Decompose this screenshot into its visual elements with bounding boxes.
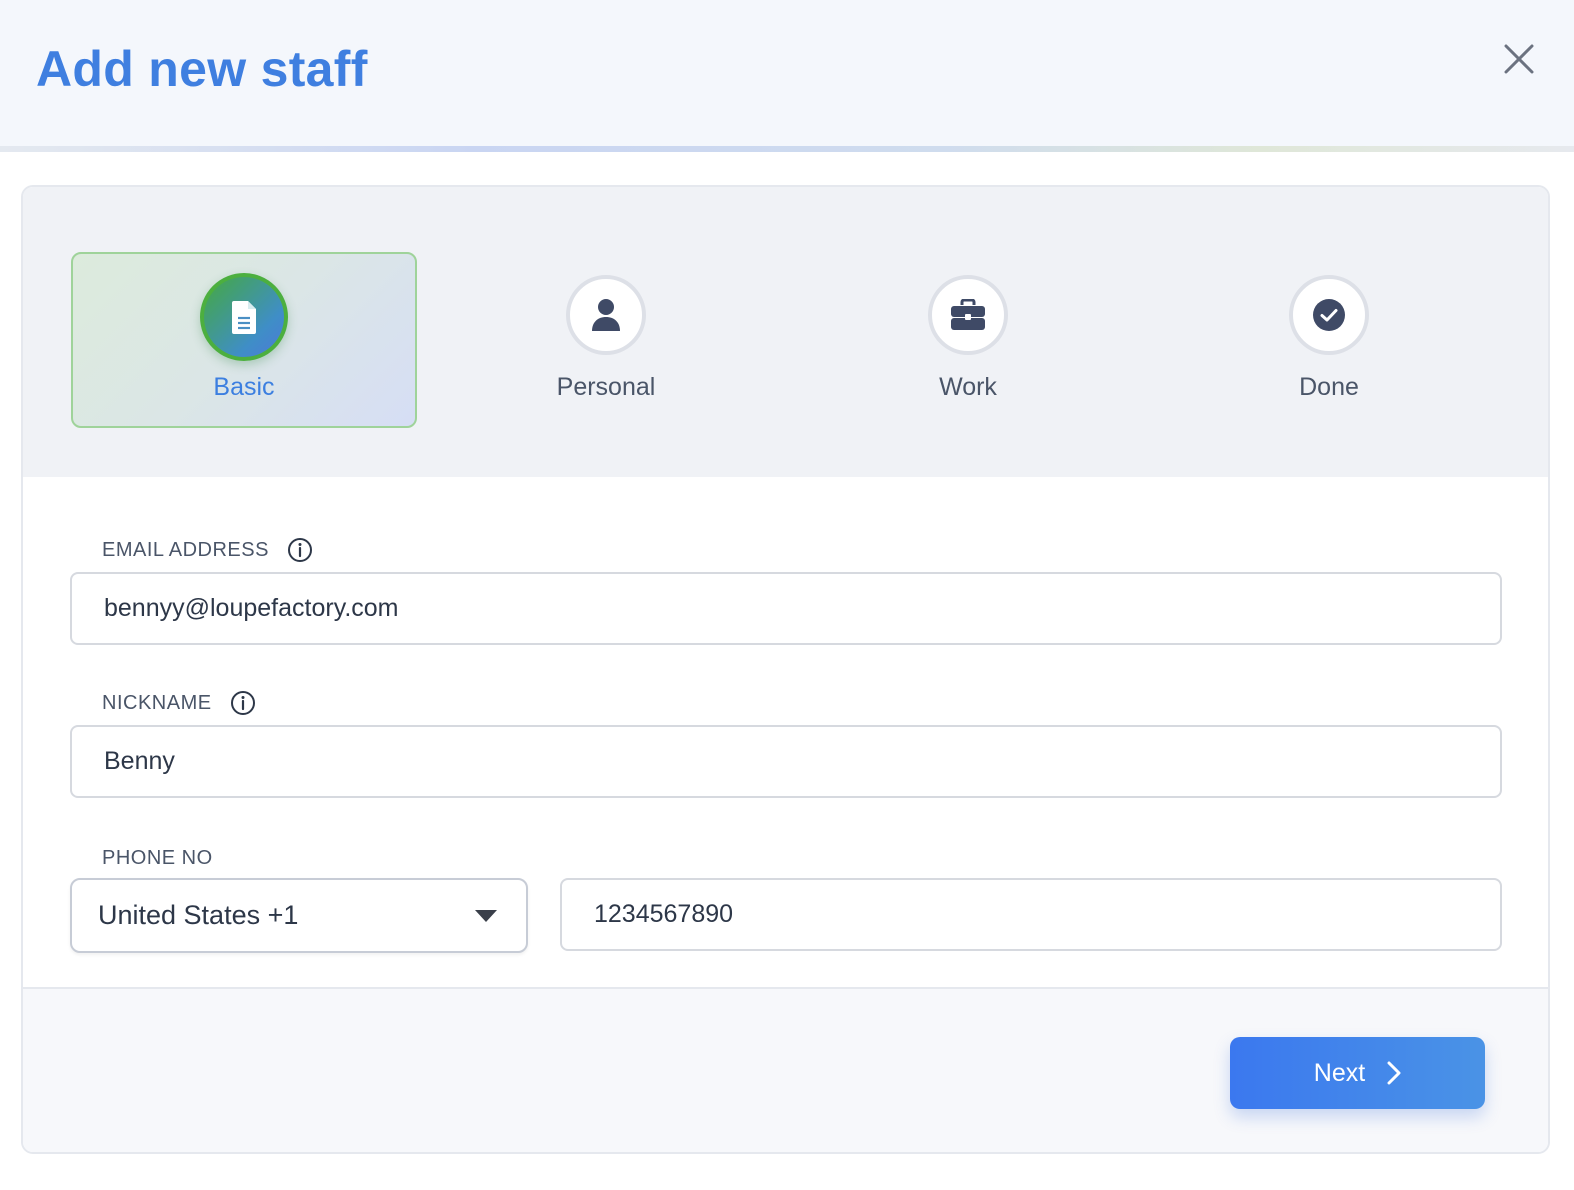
dialog-footer: Next: [23, 987, 1548, 1152]
close-button[interactable]: [1498, 38, 1540, 80]
step-work-circle: [928, 275, 1008, 355]
nickname-field[interactable]: Benny: [70, 725, 1502, 798]
chevron-right-icon: [1387, 1061, 1401, 1085]
dialog-title: Add new staff: [36, 41, 368, 97]
step-work[interactable]: Work: [868, 275, 1068, 402]
header-divider: [0, 146, 1574, 152]
next-button[interactable]: Next: [1230, 1037, 1485, 1109]
phone-label: PHONE NO: [102, 847, 213, 869]
dialog-header: Add new staff: [0, 0, 1574, 150]
step-personal-label: Personal: [556, 373, 656, 401]
phone-number-field[interactable]: 1234567890: [560, 878, 1502, 951]
step-done-circle: [1289, 275, 1369, 355]
briefcase-icon: [951, 299, 985, 330]
step-personal-circle: [566, 275, 646, 355]
info-icon[interactable]: [287, 537, 313, 563]
info-icon[interactable]: [230, 690, 256, 716]
step-done[interactable]: Done: [1229, 275, 1429, 402]
check-circle-icon: [1313, 299, 1345, 331]
email-field[interactable]: bennyy@loupefactory.com: [70, 572, 1502, 645]
nickname-label-row: NICKNAME: [102, 690, 256, 716]
step-done-label: Done: [1299, 373, 1359, 401]
country-code-select[interactable]: United States +1: [70, 878, 528, 953]
user-icon: [592, 299, 620, 331]
step-work-label: Work: [939, 373, 997, 401]
stepper: Basic Personal Work Done: [23, 187, 1548, 477]
document-icon: [232, 301, 256, 334]
next-button-label: Next: [1313, 1058, 1366, 1087]
basic-form: EMAIL ADDRESS bennyy@loupefactory.com NI…: [23, 477, 1548, 987]
step-basic-circle: [200, 273, 288, 361]
email-label-row: EMAIL ADDRESS: [102, 537, 313, 563]
step-basic[interactable]: Basic: [144, 273, 344, 402]
phone-label-row: PHONE NO: [102, 847, 213, 870]
step-personal[interactable]: Personal: [506, 275, 706, 402]
close-icon: [1504, 44, 1534, 74]
wizard-card: Basic Personal Work Done EMAIL ADDRESS b…: [21, 185, 1550, 1154]
step-basic-label: Basic: [213, 373, 275, 401]
nickname-label: NICKNAME: [102, 691, 212, 714]
country-code-value: United States +1: [98, 900, 299, 930]
email-label: EMAIL ADDRESS: [102, 538, 269, 561]
caret-down-icon: [475, 909, 497, 922]
